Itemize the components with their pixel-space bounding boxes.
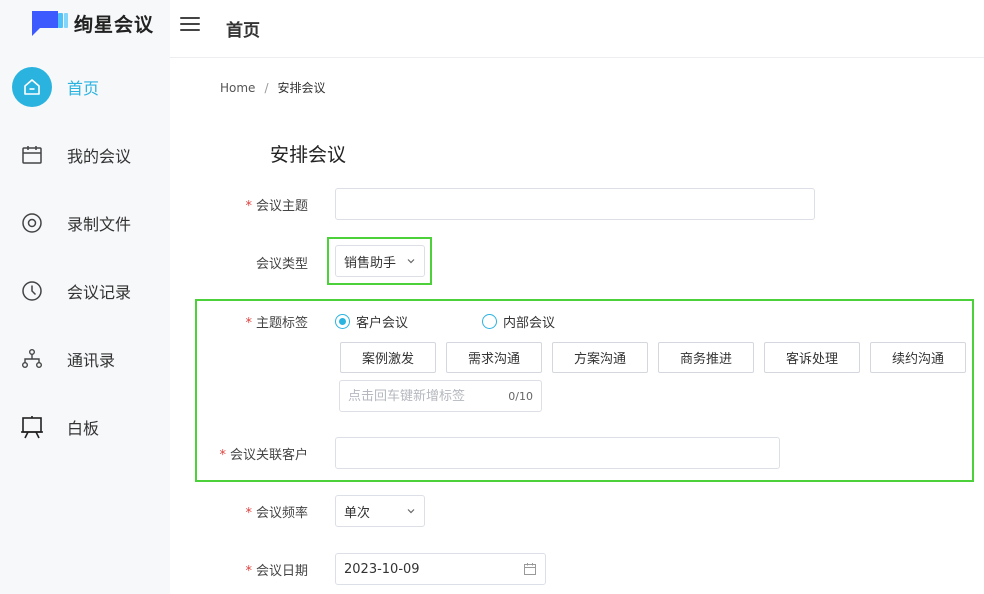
tags-label: * 主题标签 (245, 316, 308, 331)
new-tag-input[interactable] (348, 388, 508, 404)
radio-checked-icon (335, 314, 350, 329)
clock-icon (12, 271, 52, 311)
page-title: 首页 (226, 21, 260, 41)
hamburger-menu-icon[interactable] (180, 17, 200, 33)
sidebar-item-label: 白板 (67, 419, 100, 438)
tag-solution-communication[interactable]: 方案沟通 (552, 342, 648, 373)
sidebar: 绚星会议 首页 我的会议 录制文件 会议记录 通讯录 白板 (0, 0, 170, 594)
sidebar-item-label: 通讯录 (67, 351, 116, 370)
tag-renewal-communication[interactable]: 续约沟通 (870, 342, 966, 373)
tag-case-inspiration[interactable]: 案例激发 (340, 342, 436, 373)
meeting-type-value: 销售助手 (344, 255, 397, 271)
type-label: 会议类型 (255, 257, 308, 272)
calendar-icon (12, 135, 52, 175)
radio-label: 客户会议 (356, 316, 409, 331)
breadcrumb-current: 安排会议 (277, 81, 326, 95)
frequency-label: * 会议频率 (245, 506, 308, 521)
logo-icon (30, 8, 70, 38)
org-chart-icon (12, 339, 52, 379)
sidebar-item-label: 我的会议 (67, 147, 132, 166)
date-label: * 会议日期 (245, 564, 308, 579)
frequency-select[interactable]: 单次 (335, 495, 425, 527)
customer-input[interactable] (335, 437, 780, 469)
radio-customer-meeting[interactable]: 客户会议 (335, 312, 408, 331)
sidebar-item-my-meetings[interactable]: 我的会议 (0, 133, 170, 177)
whiteboard-icon (12, 407, 52, 447)
topic-input[interactable] (335, 188, 815, 220)
tag-counter: 0/10 (508, 389, 533, 403)
top-header: 首页 (170, 0, 984, 58)
new-tag-field[interactable]: 0/10 (339, 380, 542, 412)
topic-label: * 会议主题 (245, 199, 308, 214)
home-icon (12, 67, 52, 107)
radio-unchecked-icon (482, 314, 497, 329)
sidebar-item-label: 录制文件 (67, 215, 132, 234)
breadcrumb-home-link[interactable]: Home (220, 81, 255, 95)
radio-internal-meeting[interactable]: 内部会议 (482, 312, 555, 331)
tag-requirement-communication[interactable]: 需求沟通 (446, 342, 542, 373)
sidebar-item-home[interactable]: 首页 (0, 65, 170, 109)
sidebar-item-label: 首页 (67, 79, 100, 98)
meeting-type-select[interactable]: 销售助手 (335, 245, 425, 277)
app-logo[interactable]: 绚星会议 (30, 8, 154, 38)
sidebar-item-label: 会议记录 (67, 283, 132, 302)
sidebar-item-contacts[interactable]: 通讯录 (0, 337, 170, 381)
app-name: 绚星会议 (74, 13, 155, 36)
chevron-down-icon (407, 509, 415, 514)
breadcrumb-separator: / (264, 80, 269, 95)
breadcrumb: Home / 安排会议 (220, 79, 326, 96)
record-icon (12, 203, 52, 243)
date-value: 2023-10-09 (344, 561, 420, 577)
sidebar-item-meeting-records[interactable]: 会议记录 (0, 269, 170, 313)
frequency-value: 单次 (344, 505, 371, 521)
tag-complaint-handling[interactable]: 客诉处理 (764, 342, 860, 373)
sidebar-item-recordings[interactable]: 录制文件 (0, 201, 170, 245)
calendar-icon (524, 563, 536, 575)
customer-label: * 会议关联客户 (219, 448, 308, 463)
date-picker[interactable]: 2023-10-09 (335, 553, 546, 585)
form-title: 安排会议 (270, 144, 347, 166)
sidebar-item-whiteboard[interactable]: 白板 (0, 405, 170, 449)
radio-label: 内部会议 (503, 316, 556, 331)
tag-business-advance[interactable]: 商务推进 (658, 342, 754, 373)
chevron-down-icon (407, 259, 415, 264)
